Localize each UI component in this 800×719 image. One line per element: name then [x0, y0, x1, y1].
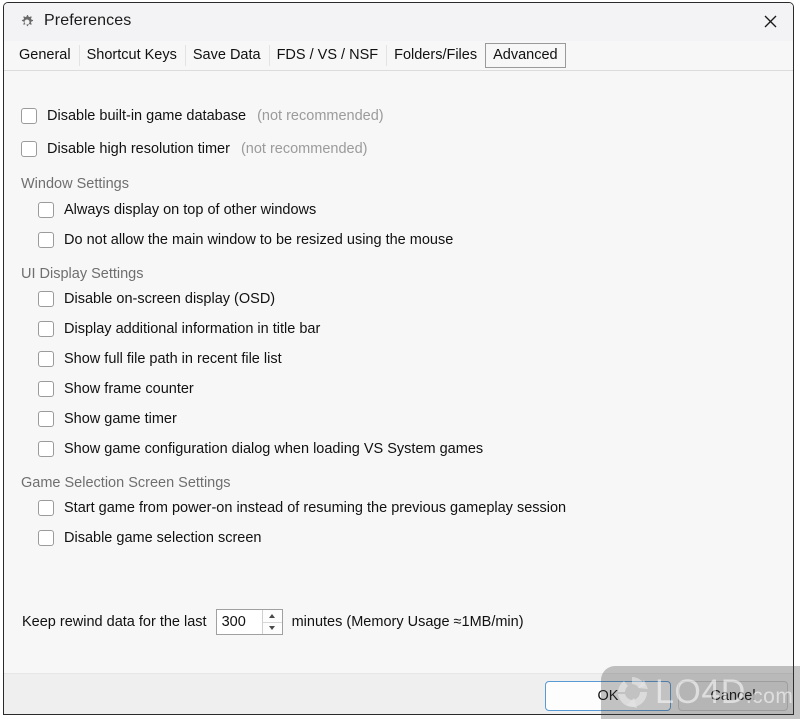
option-label: Disable built-in game database — [47, 108, 247, 124]
stepper-down-icon[interactable] — [263, 623, 282, 635]
checkbox[interactable] — [38, 351, 54, 367]
checkbox[interactable] — [21, 141, 37, 157]
tab-label: Shortcut Keys — [86, 47, 177, 63]
title-bar: Preferences — [4, 3, 793, 41]
ok-button[interactable]: OK — [545, 681, 671, 711]
option-label: Disable game selection screen — [64, 530, 262, 546]
rewind-duration-row: Keep rewind data for the last minutes (M… — [22, 609, 524, 635]
checkbox[interactable] — [38, 381, 54, 397]
option-disable-high-res-timer[interactable]: Disable high resolution timer (not recom… — [21, 141, 367, 157]
option-start-from-power-on[interactable]: Start game from power-on instead of resu… — [38, 500, 566, 516]
option-always-on-top[interactable]: Always display on top of other windows — [38, 202, 316, 218]
tab-label: Folders/Files — [394, 47, 478, 63]
tab-label: Save Data — [192, 47, 261, 63]
checkbox[interactable] — [38, 411, 54, 427]
option-full-file-path[interactable]: Show full file path in recent file list — [38, 351, 282, 367]
tab-label: Advanced — [493, 47, 558, 63]
checkbox[interactable] — [38, 530, 54, 546]
rewind-minutes-input[interactable] — [216, 610, 262, 634]
option-title-bar-info[interactable]: Display additional information in title … — [38, 321, 320, 337]
stepper-up-icon[interactable] — [262, 610, 282, 623]
option-label: Disable high resolution timer — [47, 141, 230, 157]
stepper-buttons — [261, 610, 282, 635]
tab-label: General — [19, 47, 71, 63]
group-title-window-settings: Window Settings — [21, 176, 129, 192]
tab-fds-vs-nsf[interactable]: FDS / VS / NSF — [268, 43, 387, 68]
option-label: Show game timer — [64, 411, 177, 427]
option-label: Show full file path in recent file list — [64, 351, 282, 367]
checkbox[interactable] — [21, 108, 37, 124]
checkbox[interactable] — [38, 291, 54, 307]
option-label: Show game configuration dialog when load… — [64, 441, 484, 457]
close-icon[interactable] — [747, 3, 793, 40]
advanced-panel: Disable built-in game database (not reco… — [4, 71, 793, 674]
option-frame-counter[interactable]: Show frame counter — [38, 381, 194, 397]
tab-advanced[interactable]: Advanced — [485, 43, 566, 68]
tab-folders-files[interactable]: Folders/Files — [386, 43, 485, 68]
tab-label: FDS / VS / NSF — [276, 47, 379, 63]
option-disable-game-selection-screen[interactable]: Disable game selection screen — [38, 530, 261, 546]
dialog-footer: OK Cancel — [4, 673, 793, 714]
rewind-prefix-label: Keep rewind data for the last — [22, 614, 207, 630]
rewind-minutes-stepper[interactable] — [215, 609, 283, 635]
tab-bar: General Shortcut Keys Save Data FDS / VS… — [4, 41, 793, 71]
checkbox[interactable] — [38, 232, 54, 248]
tab-general[interactable]: General — [11, 43, 79, 68]
option-disable-game-database[interactable]: Disable built-in game database (not reco… — [21, 108, 384, 124]
option-label: Display additional information in title … — [64, 321, 321, 337]
checkbox[interactable] — [38, 441, 54, 457]
checkbox[interactable] — [38, 321, 54, 337]
option-label: Disable on-screen display (OSD) — [64, 291, 276, 307]
tab-shortcut-keys[interactable]: Shortcut Keys — [78, 43, 185, 68]
option-label: Show frame counter — [64, 381, 194, 397]
window-title: Preferences — [44, 12, 132, 29]
option-disable-osd[interactable]: Disable on-screen display (OSD) — [38, 291, 275, 307]
option-note: (not recommended) — [240, 141, 368, 157]
gear-icon — [18, 13, 36, 31]
option-no-mouse-resize[interactable]: Do not allow the main window to be resiz… — [38, 232, 453, 248]
option-note: (not recommended) — [257, 108, 384, 124]
preferences-window: Preferences General Shortcut Keys Save D… — [3, 2, 794, 715]
checkbox[interactable] — [38, 202, 54, 218]
tab-save-data[interactable]: Save Data — [184, 43, 269, 68]
group-title-ui-display-settings: UI Display Settings — [21, 266, 144, 282]
option-vs-config-dialog[interactable]: Show game configuration dialog when load… — [38, 441, 483, 457]
cancel-button[interactable]: Cancel — [678, 681, 788, 711]
group-title-game-selection-settings: Game Selection Screen Settings — [21, 475, 231, 491]
checkbox[interactable] — [38, 500, 54, 516]
option-label: Start game from power-on instead of resu… — [64, 500, 567, 516]
option-label: Always display on top of other windows — [64, 202, 317, 218]
option-label: Do not allow the main window to be resiz… — [64, 232, 454, 248]
option-game-timer[interactable]: Show game timer — [38, 411, 177, 427]
rewind-suffix-label: minutes (Memory Usage ≈1MB/min) — [291, 614, 524, 630]
